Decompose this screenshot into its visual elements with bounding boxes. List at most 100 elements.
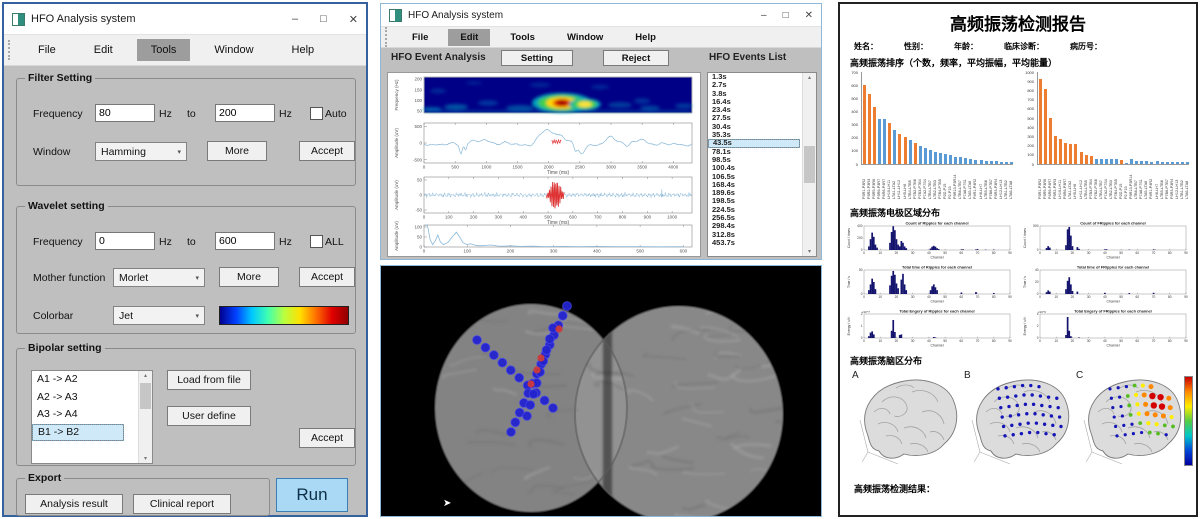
window-dropdown[interactable]: Hamming ▾ <box>95 142 187 161</box>
svg-text:30: 30 <box>1087 251 1091 255</box>
load-from-file-button[interactable]: Load from file <box>167 370 251 390</box>
minimize-button[interactable]: – <box>761 10 767 21</box>
menu-edit[interactable]: Edit <box>448 29 490 46</box>
svg-text:Time / s: Time / s <box>1023 276 1027 288</box>
svg-text:40: 40 <box>927 339 931 343</box>
close-button[interactable]: ✕ <box>349 13 358 26</box>
bar <box>878 119 881 164</box>
filter-accept-button[interactable]: Accept <box>299 141 355 161</box>
svg-text:Total time of Ripples for each: Total time of Ripples for each channel <box>902 265 972 270</box>
wavelet-freq-to-input[interactable] <box>215 232 275 250</box>
mother-function-dropdown[interactable]: Morlet ▾ <box>113 268 205 287</box>
brain-figure-b: B <box>964 372 1074 472</box>
title-bar[interactable]: HFO Analysis system – □ ✕ <box>4 4 366 35</box>
bar <box>964 158 967 164</box>
menu-file[interactable]: File <box>24 39 70 61</box>
run-button[interactable]: Run <box>276 478 348 512</box>
brain-3d-panel[interactable]: ➤ <box>380 265 822 517</box>
brain-figure-a: A <box>852 372 962 472</box>
menu-tools[interactable]: Tools <box>498 29 547 46</box>
svg-text:20: 20 <box>1071 339 1075 343</box>
bar <box>1161 162 1164 164</box>
scrollbar-thumb[interactable] <box>140 383 151 409</box>
bar <box>1176 162 1179 164</box>
svg-text:20: 20 <box>895 295 899 299</box>
svg-text:20: 20 <box>1071 295 1075 299</box>
toolbar-grip <box>385 27 390 47</box>
bar <box>1110 159 1113 164</box>
svg-text:Count / times: Count / times <box>1023 228 1027 248</box>
menu-tools[interactable]: Tools <box>137 39 191 61</box>
user-define-button[interactable]: User define <box>167 406 251 426</box>
x-tick-label: P7B2-P7B6 <box>1094 166 1099 199</box>
scroll-up-icon[interactable]: ▴ <box>139 372 152 379</box>
svg-text:200: 200 <box>507 249 515 254</box>
wavelet-accept-button[interactable]: Accept <box>299 267 355 287</box>
bipolar-listbox[interactable]: A1 -> A2A2 -> A3A3 -> A4B1 -> B2B2 -> B3… <box>31 370 153 464</box>
wavelet-more-button[interactable]: More <box>219 267 279 287</box>
events-listbox[interactable]: 1.3s2.7s3.8s16.4s23.4s27.5s30.4s35.3s43.… <box>707 72 817 257</box>
svg-text:Amplitude (uV): Amplitude (uV) <box>394 128 399 158</box>
maximize-button[interactable]: □ <box>320 13 327 26</box>
mother-function-label: Mother function <box>33 272 105 284</box>
svg-text:50: 50 <box>417 108 423 113</box>
all-checkbox[interactable] <box>310 235 323 248</box>
y-tick-label: 400 <box>846 109 858 114</box>
x-tick-label: LH6-LH7 <box>979 166 984 199</box>
bipolar-scrollbar[interactable]: ▴ ▾ <box>138 371 152 463</box>
menu-help[interactable]: Help <box>278 39 329 61</box>
scrollbar-thumb[interactable] <box>804 146 815 183</box>
list-item[interactable]: A2 -> A3 <box>32 389 152 407</box>
filter-freq-to-input[interactable] <box>215 104 275 122</box>
menu-window[interactable]: Window <box>200 39 267 61</box>
scroll-down-icon[interactable]: ▾ <box>139 455 152 462</box>
svg-text:1000: 1000 <box>667 215 678 220</box>
minimize-button[interactable]: – <box>292 13 298 26</box>
close-button[interactable]: ✕ <box>805 10 813 21</box>
svg-text:600: 600 <box>569 215 577 220</box>
bar <box>939 153 942 164</box>
svg-text:40: 40 <box>1103 339 1107 343</box>
analysis-result-button[interactable]: Analysis result <box>25 494 123 514</box>
x-tick-label: P3R3-P3R4 <box>1170 166 1175 199</box>
svg-text:30: 30 <box>1087 295 1091 299</box>
title-bar[interactable]: HFO Analysis system – □ ✕ <box>381 4 821 27</box>
x-tick-label: LTB5-LTB6 <box>1160 166 1165 199</box>
bar <box>1044 89 1047 164</box>
clinical-report-button[interactable]: Clinical report <box>133 494 231 514</box>
channel-histogram: Total time of Ripples for each channelTi… <box>846 264 1018 307</box>
menu-window[interactable]: Window <box>555 29 615 46</box>
menu-help[interactable]: Help <box>623 29 668 46</box>
svg-text:-50: -50 <box>415 208 422 213</box>
bar <box>873 107 876 164</box>
svg-text:100: 100 <box>445 215 453 220</box>
auto-checkbox[interactable] <box>310 107 323 120</box>
analysis-window: HFO Analysis system – □ ✕ File Edit Tools W… <box>380 3 822 260</box>
bar <box>1080 152 1083 164</box>
events-scrollbar[interactable]: ▴ ▾ <box>802 73 816 256</box>
bipolar-accept-button[interactable]: Accept <box>299 428 355 448</box>
list-item[interactable]: 43.5s <box>708 139 800 147</box>
x-tick-label: LH5-LH6 <box>903 166 908 199</box>
svg-text:80: 80 <box>1168 339 1172 343</box>
window-dropdown-value: Hamming <box>101 146 146 158</box>
bar <box>868 94 871 164</box>
menu-file[interactable]: File <box>400 29 440 46</box>
reject-button[interactable]: Reject <box>603 50 669 66</box>
setting-button[interactable]: Setting <box>501 50 573 66</box>
y-tick-label: 800 <box>1022 88 1034 93</box>
list-item[interactable]: A3 -> A4 <box>32 406 152 424</box>
list-item[interactable]: 453.7s <box>708 239 816 247</box>
filter-freq-from-input[interactable] <box>95 104 155 122</box>
list-item[interactable]: B1 -> B2 <box>32 424 124 442</box>
scroll-up-icon[interactable]: ▴ <box>803 74 816 81</box>
scroll-down-icon[interactable]: ▾ <box>803 248 816 255</box>
y-tick-label: 100 <box>846 148 858 153</box>
colorbar-dropdown[interactable]: Jet ▾ <box>113 306 205 325</box>
list-item[interactable]: A1 -> A2 <box>32 371 152 389</box>
svg-text:900: 900 <box>644 215 652 220</box>
filter-more-button[interactable]: More <box>207 141 267 161</box>
wavelet-freq-from-input[interactable] <box>95 232 155 250</box>
menu-edit[interactable]: Edit <box>80 39 127 61</box>
maximize-button[interactable]: □ <box>783 10 789 21</box>
